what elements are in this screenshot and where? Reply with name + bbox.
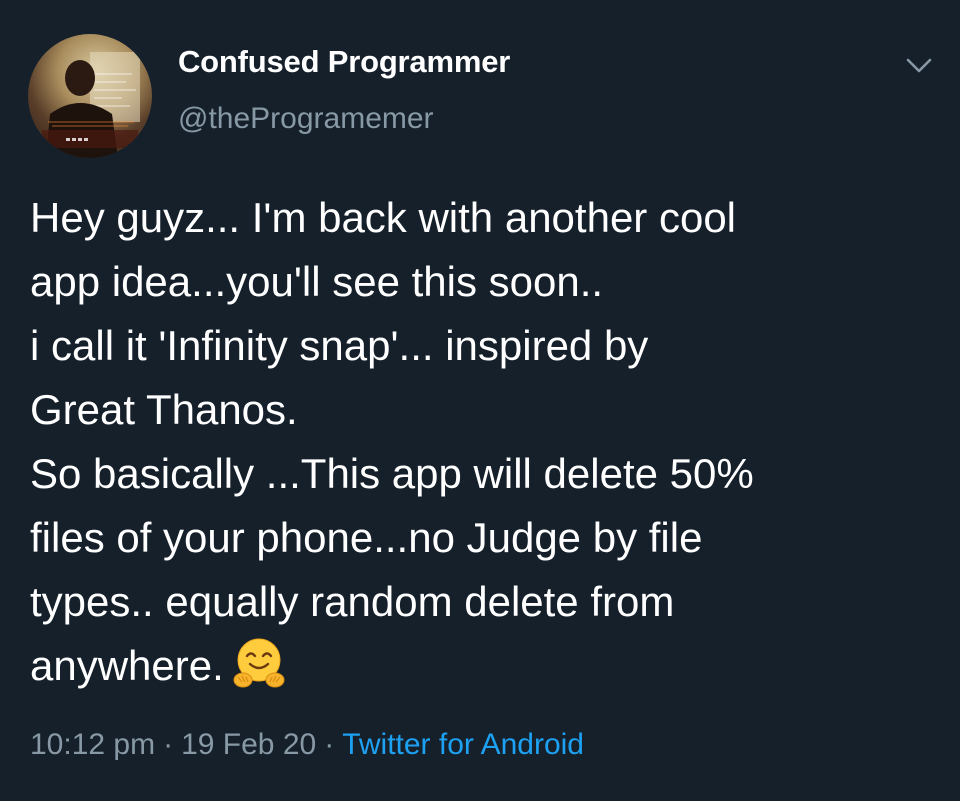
tweet-time[interactable]: 10:12 pm — [30, 728, 155, 761]
tweet-source-link[interactable]: Twitter for Android — [342, 728, 584, 761]
tweet-text: Hey guyz... I'm back with another cool a… — [30, 186, 940, 698]
tweet-line: Hey guyz... I'm back with another cool — [30, 194, 737, 241]
tweet-metadata: 10:12 pm · 19 Feb 20 · Twitter for Android — [30, 728, 584, 762]
tweet-line: i call it 'Infinity snap'... inspired by — [30, 322, 649, 369]
avatar[interactable] — [28, 34, 152, 158]
tweet-line: So basically ...This app will delete 50% — [30, 450, 754, 497]
tweet-line-text: anywhere. — [30, 642, 224, 689]
author-name[interactable]: Confused Programmer — [178, 44, 510, 80]
tweet-line: Great Thanos. — [30, 386, 298, 433]
author-handle[interactable]: @theProgramemer — [178, 102, 434, 136]
tweet-line: app idea...you'll see this soon.. — [30, 258, 604, 305]
separator-dot: · — [163, 728, 174, 761]
tweet-line: files of your phone...no Judge by file — [30, 514, 703, 561]
avatar-image — [42, 52, 140, 158]
tweet-line-last: anywhere. — [30, 634, 940, 698]
separator-dot: · — [324, 728, 335, 761]
tweet-card: Confused Programmer @theProgramemer Hey … — [0, 0, 960, 801]
tweet-line: types.. equally random delete from — [30, 578, 675, 625]
tweet-date[interactable]: 19 Feb 20 — [181, 728, 316, 761]
chevron-down-icon[interactable] — [904, 56, 934, 76]
hugging-face-emoji-icon — [232, 636, 286, 690]
